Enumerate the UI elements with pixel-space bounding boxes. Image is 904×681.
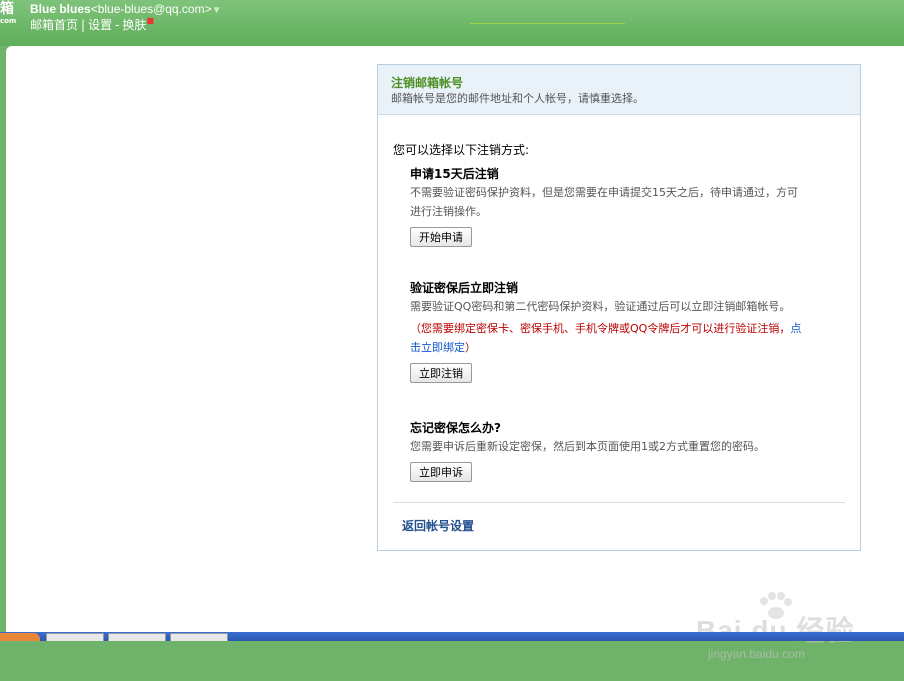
chevron-down-icon[interactable]: ▼ bbox=[212, 5, 222, 16]
top-bar: 箱 com Blue blues<blue-blues@qq.com>▼ 邮箱首… bbox=[0, 0, 904, 46]
watermark-text: Bai du 经验 bbox=[696, 615, 855, 646]
appeal-now-button[interactable]: 立即申诉 bbox=[410, 462, 472, 482]
option-title: 验证密保后立即注销 bbox=[410, 281, 519, 295]
nav-settings[interactable]: 设置 bbox=[88, 18, 112, 32]
user-info[interactable]: Blue blues<blue-blues@qq.com>▼ bbox=[30, 2, 222, 16]
header-divider bbox=[470, 23, 625, 24]
warning-text: （您需要绑定密保卡、密保手机、手机令牌或QQ令牌后才可以进行验证注销， bbox=[410, 322, 791, 335]
user-name: Blue blues bbox=[30, 2, 91, 16]
start-button[interactable] bbox=[0, 633, 40, 641]
nav-separator: - bbox=[115, 18, 120, 32]
taskbar-item[interactable] bbox=[108, 633, 166, 641]
option-forgot-security: 忘记密保怎么办? 您需要申诉后重新设定密保，然后到本页面使用1或2方式重置您的密… bbox=[410, 419, 840, 482]
nav-change-skin[interactable]: 换肤 bbox=[122, 18, 146, 32]
nav-mail-home[interactable]: 邮箱首页 bbox=[30, 18, 78, 32]
user-email: <blue-blues@qq.com> bbox=[90, 2, 212, 16]
divider bbox=[393, 502, 845, 503]
bind-now-link[interactable]: 点 bbox=[790, 322, 801, 335]
new-dot-icon: ■ bbox=[146, 16, 154, 25]
option-title: 申请15天后注销 bbox=[410, 167, 499, 181]
logo-char: 箱 bbox=[0, 1, 14, 17]
top-nav: 邮箱首页 | 设置 - 换肤■ bbox=[30, 16, 154, 33]
cancel-account-panel: 注销邮箱帐号 邮箱帐号是您的邮件地址和个人帐号，请慎重选择。 您可以选择以下注销… bbox=[377, 64, 861, 551]
logo-com: com bbox=[0, 17, 17, 25]
watermark-url: jingyan.baidu.com bbox=[708, 647, 805, 661]
taskbar-item[interactable] bbox=[170, 633, 228, 641]
main-content: 注销邮箱帐号 邮箱帐号是您的邮件地址和个人帐号，请慎重选择。 您可以选择以下注销… bbox=[6, 46, 904, 661]
option-title: 忘记密保怎么办? bbox=[410, 421, 501, 435]
option-verify-cancel: 验证密保后立即注销 需要验证QQ密码和第二代密码保护资料，验证通过后可以立即注销… bbox=[410, 279, 840, 383]
warning-text: ） bbox=[465, 341, 476, 354]
option-apply-15-days: 申请15天后注销 不需要验证密码保护资料，但是您需要在申请提交15天之后，待申请… bbox=[410, 165, 840, 247]
option-desc-line: 不需要验证密码保护资料，但是您需要在申请提交15天之后，待申请通过，方可 bbox=[410, 186, 798, 199]
option-desc: 您需要申诉后重新设定密保，然后到本页面使用1或2方式重置您的密码。 bbox=[410, 440, 765, 453]
panel-header: 注销邮箱帐号 邮箱帐号是您的邮件地址和个人帐号，请慎重选择。 bbox=[378, 65, 860, 115]
taskbar-item[interactable] bbox=[46, 633, 104, 641]
mail-logo: 箱 com bbox=[0, 2, 16, 34]
taskbar bbox=[0, 632, 904, 641]
options-intro: 您可以选择以下注销方式: bbox=[393, 143, 530, 157]
nav-separator: | bbox=[81, 18, 86, 32]
option-desc-line: 进行注销操作。 bbox=[410, 205, 487, 218]
bind-warning: （您需要绑定密保卡、密保手机、手机令牌或QQ令牌后才可以进行验证注销，点 击立即… bbox=[410, 319, 840, 357]
option-desc: 需要验证QQ密码和第二代密码保护资料，验证通过后可以立即注销邮箱帐号。 bbox=[410, 300, 791, 313]
option-desc: 不需要验证密码保护资料，但是您需要在申请提交15天之后，待申请通过，方可 进行注… bbox=[410, 183, 840, 221]
cancel-now-button[interactable]: 立即注销 bbox=[410, 363, 472, 383]
panel-title: 注销邮箱帐号 bbox=[391, 76, 464, 90]
panel-subtitle: 邮箱帐号是您的邮件地址和个人帐号，请慎重选择。 bbox=[391, 92, 644, 105]
bind-now-link[interactable]: 击立即绑定 bbox=[410, 341, 465, 354]
start-apply-button[interactable]: 开始申请 bbox=[410, 227, 472, 247]
back-to-account-settings-link[interactable]: 返回帐号设置 bbox=[402, 517, 474, 534]
